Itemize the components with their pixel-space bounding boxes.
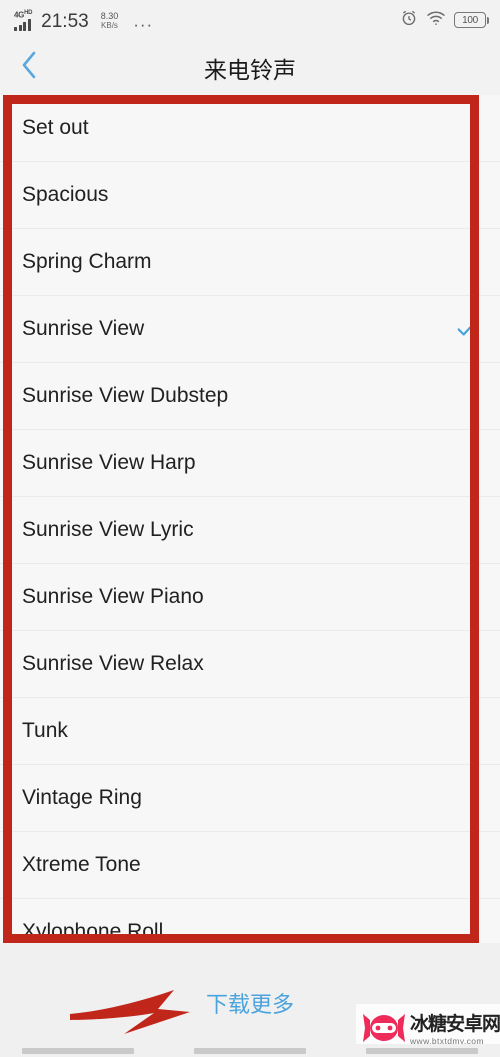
android-nav-bar: [0, 1044, 500, 1057]
nav-recents-key[interactable]: [366, 1047, 478, 1054]
ringtone-label: Sunrise View: [22, 317, 145, 340]
network-type-label: 4GHD: [14, 9, 33, 20]
ringtone-row[interactable]: Spring Charm: [0, 229, 500, 296]
ringtone-row[interactable]: Sunrise View: [0, 296, 500, 363]
ringtone-row[interactable]: Sunrise View Piano: [0, 564, 500, 631]
ringtone-row[interactable]: Spacious: [0, 162, 500, 229]
nav-back-key[interactable]: [22, 1047, 134, 1054]
watermark-text: 冰糖安卓网 www.btxtdmy.com: [410, 1015, 500, 1046]
status-bar-right: 100: [400, 9, 489, 32]
ringtone-row[interactable]: Sunrise View Lyric: [0, 497, 500, 564]
signal-bars-icon: [14, 19, 31, 32]
ringtone-label: Sunrise View Dubstep: [22, 384, 229, 407]
status-bar-clock: 21:53: [41, 11, 89, 33]
alarm-clock-icon: [400, 9, 418, 32]
wifi-icon: [426, 10, 446, 31]
ringtone-row[interactable]: Sunrise View Relax: [0, 631, 500, 698]
nav-home-key[interactable]: [194, 1047, 306, 1054]
ringtone-list[interactable]: Set out Spacious Spring Charm Sunrise View S…: [0, 95, 500, 943]
status-bar-overflow-icon: ···: [133, 15, 154, 35]
ringtone-row[interactable]: Set out: [0, 95, 500, 162]
ringtone-label: Sunrise View Piano: [22, 585, 204, 608]
status-bar-left: 4GHD 21:53 8.30 KB/s ···: [14, 9, 154, 35]
ringtone-row[interactable]: Sunrise View Dubstep: [0, 363, 500, 430]
ringtone-label: Xtreme Tone: [22, 853, 141, 876]
ringtone-label: Tunk: [22, 719, 68, 742]
ringtone-row[interactable]: Tunk: [0, 698, 500, 765]
ringtone-row[interactable]: Xylophone Roll: [0, 899, 500, 943]
data-speed-unit: KB/s: [101, 21, 118, 31]
ringtone-label: Sunrise View Relax: [22, 652, 204, 675]
ringtone-label: Spring Charm: [22, 250, 152, 273]
data-speed-indicator: 8.30 KB/s: [100, 11, 119, 31]
ringtone-label: Spacious: [22, 183, 109, 206]
page-title: 来电铃声: [204, 57, 296, 84]
ringtone-label: Set out: [22, 116, 89, 139]
ringtone-row[interactable]: Vintage Ring: [0, 765, 500, 832]
battery-icon: 100: [454, 12, 489, 28]
status-bar: 4GHD 21:53 8.30 KB/s ··· 100: [0, 0, 500, 40]
ringtone-row[interactable]: Sunrise View Harp: [0, 430, 500, 497]
ringtone-label: Sunrise View Lyric: [22, 518, 194, 541]
ringtone-label: Sunrise View Harp: [22, 451, 196, 474]
ringtone-label: Xylophone Roll: [22, 920, 164, 943]
check-icon: [454, 317, 478, 341]
ringtone-row[interactable]: Xtreme Tone: [0, 832, 500, 899]
app-bar: 来电铃声: [0, 40, 500, 95]
watermark-site-name: 冰糖安卓网: [410, 1013, 500, 1036]
ringtone-label: Vintage Ring: [22, 786, 142, 809]
data-speed-value: 8.30: [100, 11, 119, 22]
cellular-signal-icon: 4GHD: [14, 9, 32, 32]
battery-level-label: 100: [462, 14, 478, 26]
